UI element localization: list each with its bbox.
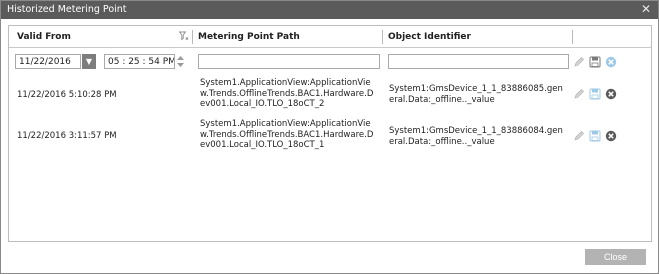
close-button[interactable]: Close bbox=[585, 249, 646, 265]
metering-point-grid: Valid From Metering Point Path Object Id… bbox=[8, 25, 652, 242]
date-picker-input[interactable]: 11/22/2016 bbox=[15, 54, 81, 69]
save-icon[interactable] bbox=[589, 88, 601, 100]
column-separator[interactable] bbox=[572, 30, 573, 44]
header-divider bbox=[9, 47, 651, 48]
close-icon[interactable]: ✕ bbox=[641, 2, 651, 16]
historized-metering-point-dialog: Historized Metering Point ✕ Valid From M… bbox=[0, 0, 659, 274]
column-header-object-identifier[interactable]: Object Identifier bbox=[388, 26, 471, 48]
delete-icon[interactable] bbox=[605, 56, 617, 68]
column-header-valid-from[interactable]: Valid From bbox=[17, 26, 71, 48]
row-valid-from: 11/22/2016 3:11:57 PM bbox=[17, 131, 117, 141]
column-separator[interactable] bbox=[382, 30, 383, 44]
time-spinner[interactable] bbox=[176, 54, 185, 69]
row-valid-from: 11/22/2016 5:10:28 PM bbox=[17, 90, 117, 100]
row-metering-point-path: System1.ApplicationView:ApplicationView.… bbox=[200, 119, 374, 150]
title-bar: Historized Metering Point ✕ bbox=[1, 1, 658, 19]
row-metering-point-path: System1.ApplicationView:ApplicationView.… bbox=[200, 78, 374, 109]
row-object-identifier: System1:GmsDevice_1_1_83886085.general.D… bbox=[389, 84, 563, 105]
time-input[interactable]: 05 : 25 : 54 PM bbox=[104, 54, 175, 69]
window-title: Historized Metering Point bbox=[7, 4, 127, 15]
metering-point-path-input[interactable] bbox=[198, 54, 380, 69]
column-separator[interactable] bbox=[192, 30, 193, 44]
delete-icon[interactable] bbox=[605, 88, 617, 100]
pencil-icon[interactable] bbox=[573, 130, 585, 142]
filter-icon[interactable] bbox=[179, 31, 189, 41]
pencil-icon[interactable] bbox=[573, 88, 585, 100]
object-identifier-input[interactable] bbox=[388, 54, 569, 69]
pencil-icon[interactable] bbox=[573, 56, 585, 68]
row-object-identifier: System1:GmsDevice_1_1_83886084.general.D… bbox=[389, 126, 563, 147]
column-header-metering-point-path[interactable]: Metering Point Path bbox=[198, 26, 300, 48]
delete-icon[interactable] bbox=[605, 130, 617, 142]
date-dropdown-button[interactable]: ▼ bbox=[82, 54, 96, 69]
save-icon[interactable] bbox=[589, 56, 601, 68]
save-icon[interactable] bbox=[589, 130, 601, 142]
